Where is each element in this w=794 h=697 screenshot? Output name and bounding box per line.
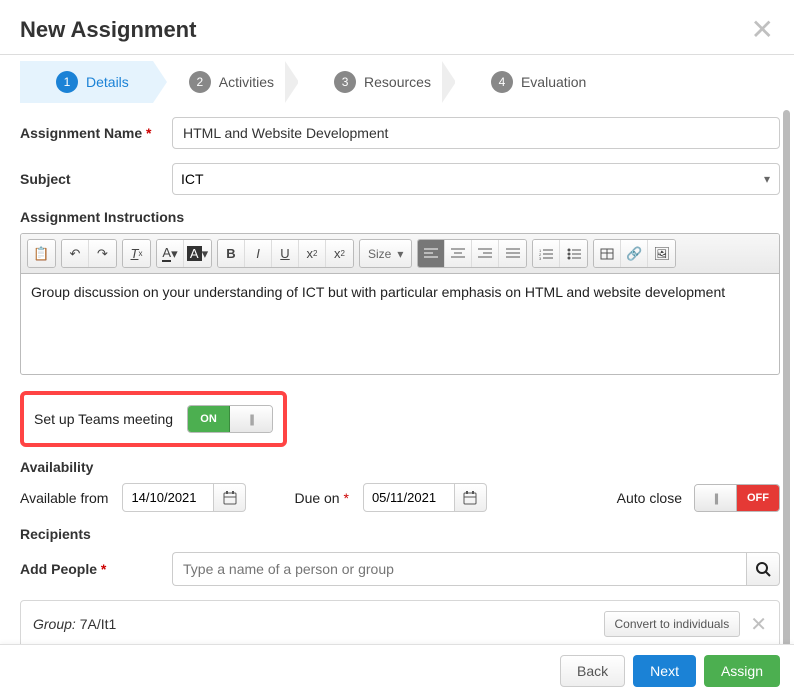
font-size-select[interactable]: Size▾ [359, 239, 412, 268]
step-label: Evaluation [521, 74, 586, 90]
close-icon[interactable]: ✕ [751, 16, 774, 44]
add-people-label: Add People * [20, 561, 172, 577]
recipients-heading: Recipients [20, 526, 780, 542]
auto-close-label: Auto close [617, 490, 682, 506]
text-color-icon[interactable]: A▾ [157, 240, 184, 267]
assignment-name-label: Assignment Name * [20, 125, 172, 141]
recipient-group-row: Group: 7A/It1 Convert to individuals ✕ [20, 600, 780, 648]
subscript-icon[interactable]: x2 [299, 240, 326, 267]
back-button[interactable]: Back [560, 655, 625, 687]
teams-meeting-toggle[interactable]: ON ||| [187, 405, 273, 433]
superscript-icon[interactable]: x2 [326, 240, 353, 267]
paste-icon[interactable]: 📋 [28, 240, 55, 267]
calendar-icon[interactable] [455, 483, 487, 512]
wizard-steps: 1 Details 2 Activities 3 Resources 4 Eva… [20, 61, 774, 103]
due-on-label: Due on * [294, 490, 349, 506]
instructions-editor-body[interactable]: Group discussion on your understanding o… [21, 274, 779, 374]
assignment-name-input[interactable] [172, 117, 780, 149]
italic-icon[interactable]: I [245, 240, 272, 267]
toggle-handle: ||| [230, 406, 272, 432]
bold-icon[interactable]: B [218, 240, 245, 267]
toggle-off-label: OFF [737, 485, 779, 511]
available-from-label: Available from [20, 490, 108, 506]
align-right-icon[interactable] [472, 240, 499, 267]
link-icon[interactable]: 🔗 [621, 240, 648, 267]
available-from-input[interactable] [122, 483, 214, 512]
rich-text-editor: 📋 ↶ ↷ Tx A▾ A▾ B I U x2 x2 [20, 233, 780, 375]
undo-icon[interactable]: ↶ [62, 240, 89, 267]
next-button[interactable]: Next [633, 655, 696, 687]
step-number: 4 [491, 71, 513, 93]
search-icon[interactable] [746, 552, 780, 586]
align-left-icon[interactable] [418, 240, 445, 267]
wizard-step-activities[interactable]: 2 Activities [153, 61, 298, 103]
wizard-step-resources[interactable]: 3 Resources [298, 61, 455, 103]
wizard-step-details[interactable]: 1 Details [20, 61, 153, 103]
scrollbar[interactable] [783, 110, 790, 650]
due-on-input[interactable] [363, 483, 455, 512]
subject-label: Subject [20, 171, 172, 187]
step-label: Activities [219, 74, 274, 90]
modal-title: New Assignment [20, 17, 196, 43]
remove-format-icon[interactable]: Tx [123, 240, 150, 267]
calendar-icon[interactable] [214, 483, 246, 512]
teams-meeting-label: Set up Teams meeting [34, 411, 173, 427]
toggle-handle: ||| [695, 485, 737, 511]
step-number: 2 [189, 71, 211, 93]
group-label: Group: 7A/It1 [33, 616, 116, 632]
remove-group-icon[interactable]: ✕ [750, 612, 767, 637]
underline-icon[interactable]: U [272, 240, 299, 267]
unordered-list-icon[interactable] [560, 240, 587, 267]
convert-to-individuals-button[interactable]: Convert to individuals [604, 611, 741, 637]
table-icon[interactable] [594, 240, 621, 267]
instructions-label: Assignment Instructions [20, 209, 780, 225]
editor-toolbar: 📋 ↶ ↷ Tx A▾ A▾ B I U x2 x2 [21, 234, 779, 274]
align-justify-icon[interactable] [499, 240, 526, 267]
redo-icon[interactable]: ↷ [89, 240, 116, 267]
image-icon[interactable]: 🖼 [648, 240, 675, 267]
add-people-input[interactable] [172, 552, 746, 586]
step-number: 3 [334, 71, 356, 93]
toggle-on-label: ON [188, 406, 230, 432]
subject-select[interactable]: ICT [172, 163, 780, 195]
align-center-icon[interactable] [445, 240, 472, 267]
step-label: Resources [364, 74, 431, 90]
ordered-list-icon[interactable]: 123 [533, 240, 560, 267]
availability-heading: Availability [20, 459, 780, 475]
assign-button[interactable]: Assign [704, 655, 780, 687]
svg-text:3: 3 [539, 256, 542, 260]
step-number: 1 [56, 71, 78, 93]
auto-close-toggle[interactable]: ||| OFF [694, 484, 780, 512]
wizard-step-evaluation[interactable]: 4 Evaluation [455, 61, 610, 103]
teams-meeting-highlight: Set up Teams meeting ON ||| [20, 391, 287, 447]
step-label: Details [86, 74, 129, 90]
bg-color-icon[interactable]: A▾ [184, 240, 211, 267]
